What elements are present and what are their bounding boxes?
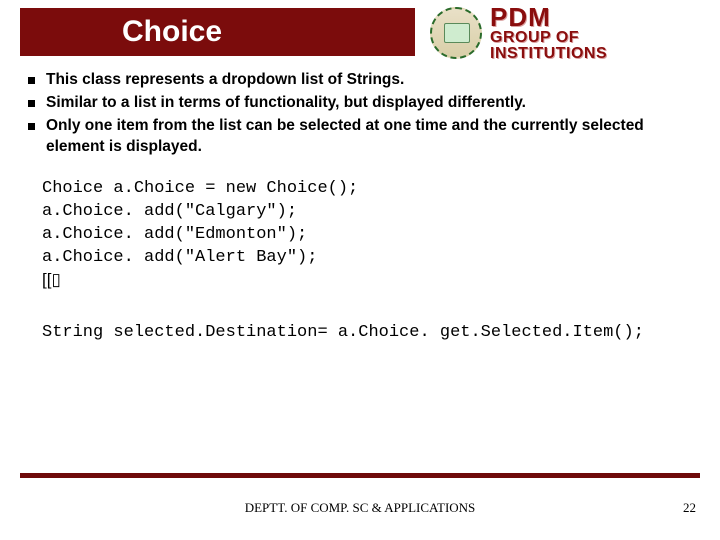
- logo-line1: PDM: [490, 4, 607, 30]
- body-content: This class represents a dropdown list of…: [20, 70, 700, 345]
- code-line: a.Choice. add("Edmonton");: [42, 225, 307, 244]
- code-line: Choice a.Choice = new Choice();: [42, 179, 358, 198]
- bullet-item: This class represents a dropdown list of…: [28, 70, 700, 91]
- code-line: a.Choice. add("Alert Bay");: [42, 248, 317, 267]
- logo-line3: INSTITUTIONS: [490, 46, 607, 62]
- footer-divider: [20, 473, 700, 478]
- code-block-1: Choice a.Choice = new Choice(); a.Choice…: [42, 178, 700, 295]
- code-line: String selected.Destination= a.Choice. g…: [42, 323, 644, 342]
- logo-text: PDM GROUP OF INSTITUTIONS: [490, 4, 607, 62]
- bullet-item: Similar to a list in terms of functional…: [28, 93, 700, 114]
- slide: Choice PDM GROUP OF INSTITUTIONS This cl…: [0, 0, 720, 540]
- code-block-2: String selected.Destination= a.Choice. g…: [42, 322, 700, 345]
- bullet-item: Only one item from the list can be selec…: [28, 116, 700, 158]
- code-line: [[▯: [42, 270, 61, 289]
- title-bar: Choice: [20, 8, 415, 56]
- slide-title: Choice: [122, 15, 222, 49]
- logo-badge-icon: [430, 7, 482, 59]
- footer-page-number: 22: [683, 500, 696, 516]
- institution-logo: PDM GROUP OF INSTITUTIONS: [430, 5, 700, 61]
- footer-department: DEPTT. OF COMP. SC & APPLICATIONS: [0, 500, 720, 516]
- code-line: a.Choice. add("Calgary");: [42, 202, 297, 221]
- logo-line2: GROUP OF: [490, 30, 607, 46]
- bullet-list: This class represents a dropdown list of…: [20, 70, 700, 158]
